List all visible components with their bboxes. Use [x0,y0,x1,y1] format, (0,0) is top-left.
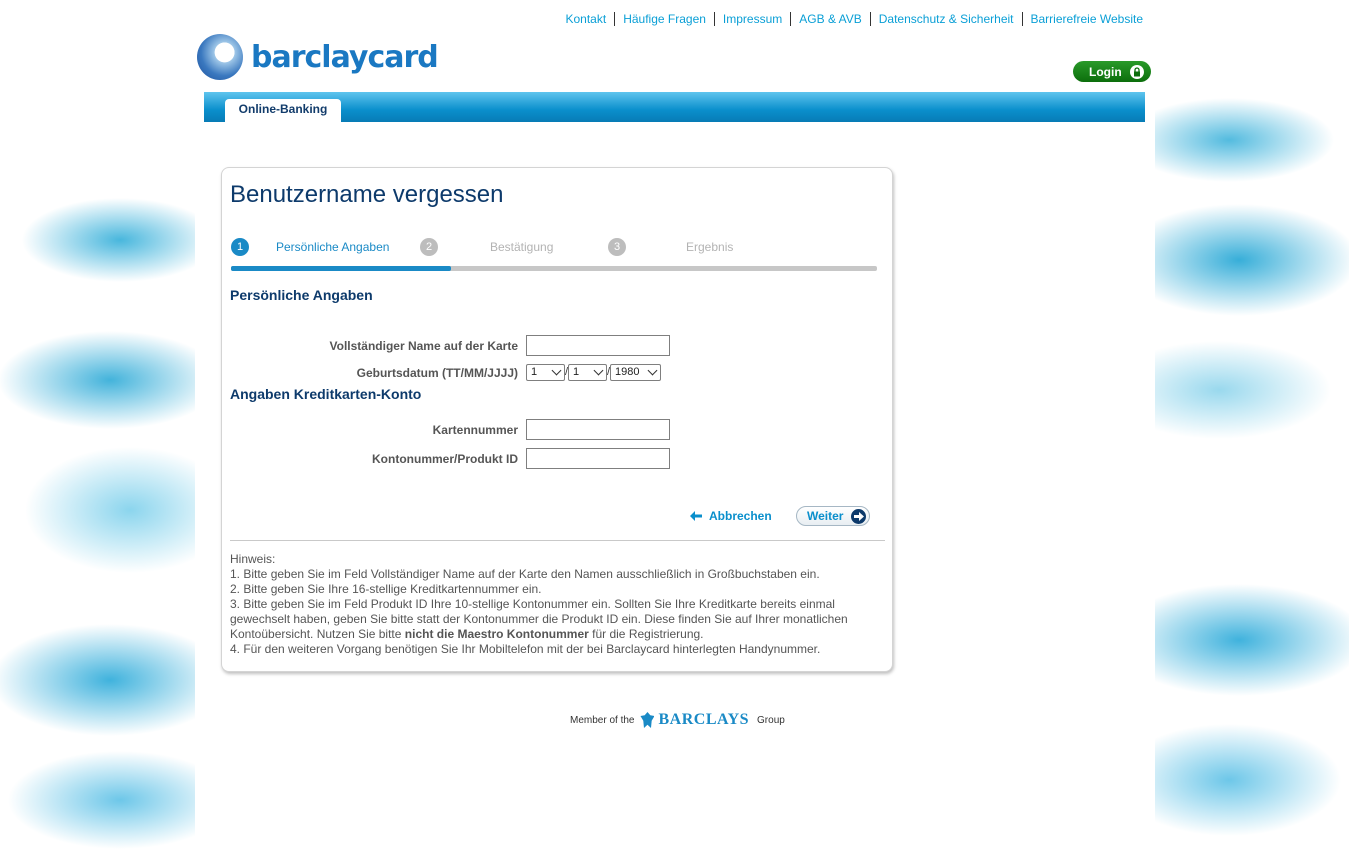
footer-brand: BARCLAYS [658,711,750,728]
note-3: 3. Bitte geben Sie im Feld Produkt ID Ih… [230,597,880,642]
birthdate-label: Geburtsdatum (TT/MM/JJJJ) [356,366,518,380]
next-button[interactable]: Weiter [796,506,870,526]
note-3-bold: nicht die Maestro Kontonummer [404,627,589,641]
footer-suffix: Group [757,714,785,726]
login-label: Login [1089,64,1122,79]
birth-day-select[interactable]: 1 [526,364,565,381]
link-faq[interactable]: Häufige Fragen [614,12,714,26]
chevron-down-icon [551,365,562,376]
note-2: 2. Bitte geben Sie Ihre 16-stellige Kred… [230,582,542,596]
notes-section: Hinweis: 1. Bitte geben Sie im Feld Voll… [230,552,880,657]
arrow-left-icon [690,511,702,521]
section-personal-title: Persönliche Angaben [230,287,373,303]
card-number-label: Kartennummer [432,423,518,437]
barclays-eagle-icon [640,712,655,728]
footer-prefix: Member of the [570,714,635,726]
lock-icon [1129,64,1144,79]
background-swirl-left [0,120,200,849]
step-3-label: Ergebnis [686,240,734,254]
step-2-indicator: 2 [420,238,438,256]
link-barrierefrei[interactable]: Barrierefreie Website [1021,12,1152,26]
step-1-indicator: 1 [231,238,249,256]
top-links: Kontakt Häufige Fragen Impressum AGB & A… [558,12,1152,26]
eagle-logo-icon [197,34,243,80]
background-swirl-right [1149,60,1349,849]
page-title: Benutzername vergessen [230,181,504,208]
chevron-down-icon [647,365,658,376]
note-4: 4. Für den weiteren Vorgang benötigen Si… [230,642,821,656]
birth-year-select[interactable]: 1980 [610,364,661,381]
account-field[interactable] [526,448,670,469]
step-progress-fill [231,266,451,271]
notes-heading: Hinweis: [230,552,276,566]
next-label: Weiter [807,509,844,523]
step-2-label: Bestätigung [490,240,554,254]
birth-month-select[interactable]: 1 [568,364,607,381]
name-label: Vollständiger Name auf der Karte [329,339,519,353]
step-3-indicator: 3 [608,238,626,256]
login-button[interactable]: Login [1073,61,1151,82]
logo-text: barclaycard [251,39,439,75]
cancel-label: Abbrechen [709,509,772,523]
cancel-button[interactable]: Abbrechen [690,509,772,523]
tab-online-banking[interactable]: Online-Banking [225,99,341,122]
card-number-field[interactable] [526,419,670,440]
link-datenschutz[interactable]: Datenschutz & Sicherheit [869,12,1022,26]
barclays-group-logo: Member of the BARCLAYS Group [570,711,785,729]
step-1-label: Persönliche Angaben [276,240,390,254]
chevron-down-icon [593,365,604,376]
main-navbar [204,92,1145,122]
link-agb[interactable]: AGB & AVB [790,12,869,26]
name-field[interactable] [526,335,670,356]
birth-year-value: 1980 [615,366,640,378]
birth-month-value: 1 [573,366,580,378]
barclaycard-logo[interactable]: barclaycard [197,34,439,80]
note-1: 1. Bitte geben Sie im Feld Vollständiger… [230,567,820,581]
account-label: Kontonummer/Produkt ID [372,452,518,466]
note-3-end: für die Registrierung. [588,627,704,641]
divider [230,540,885,541]
section-card-title: Angaben Kreditkarten-Konto [230,386,422,402]
link-impressum[interactable]: Impressum [713,12,790,26]
step-progress-bar [231,266,877,271]
birth-day-value: 1 [531,366,538,378]
arrow-right-icon [851,508,867,524]
link-kontakt[interactable]: Kontakt [558,12,615,26]
